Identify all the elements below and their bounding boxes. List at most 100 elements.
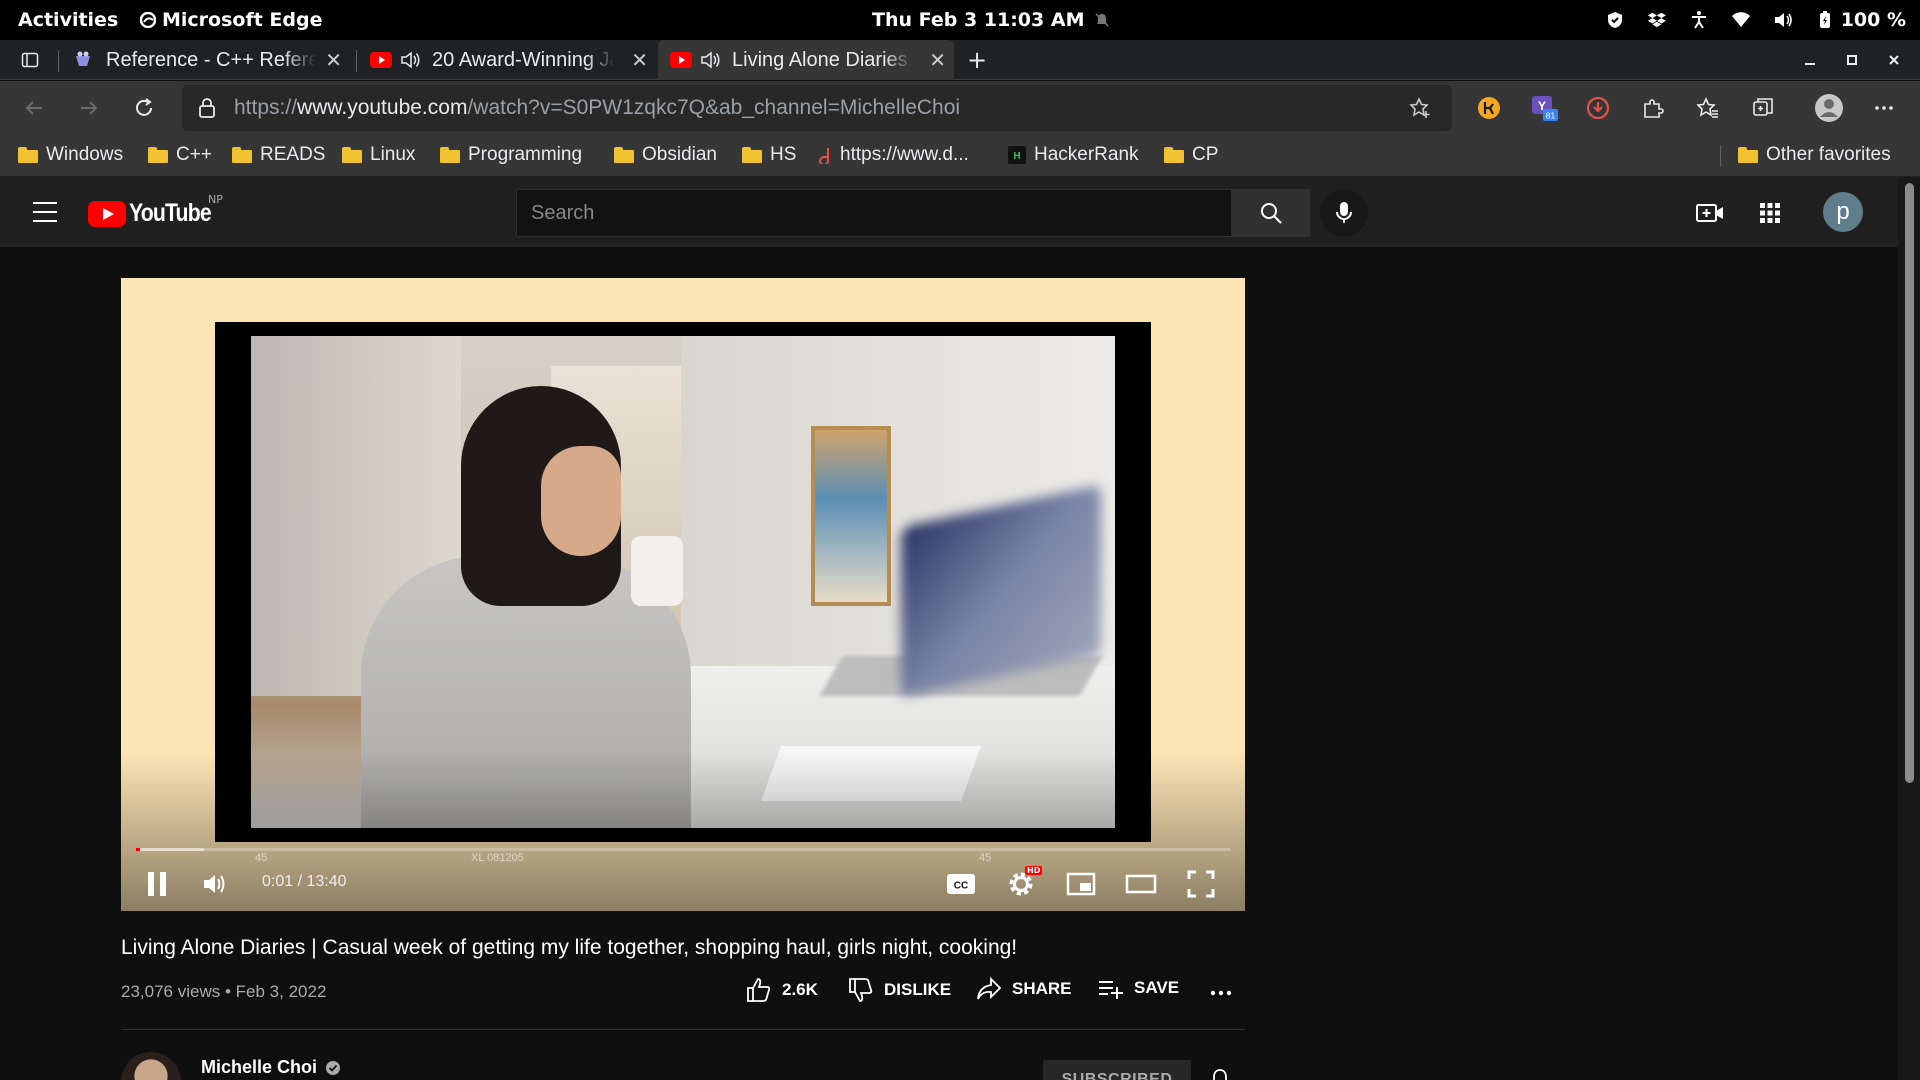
- playlist-add-icon: [1099, 981, 1123, 999]
- bookmark-cp[interactable]: CP: [1164, 144, 1218, 166]
- app-menu[interactable]: Microsoft Edge: [140, 9, 323, 31]
- video-camera-add-icon: [1696, 204, 1723, 222]
- like-button[interactable]: 2.6K: [746, 977, 818, 1003]
- fullscreen-icon: [1187, 870, 1215, 898]
- profile-button[interactable]: [1813, 92, 1845, 124]
- fullscreen-button[interactable]: [1183, 866, 1219, 902]
- activities-button[interactable]: Activities: [18, 9, 118, 31]
- minimize-button[interactable]: [1798, 48, 1822, 72]
- youtube-logo[interactable]: YouTube NP: [88, 193, 225, 228]
- account-avatar[interactable]: p: [1823, 192, 1863, 232]
- upload-date: Feb 3, 2022: [235, 982, 327, 1001]
- favorites-icon: [1696, 97, 1718, 118]
- tab-award-winning[interactable]: 20 Award-Winning Japanese ✕: [358, 40, 656, 80]
- system-tray[interactable]: 100 %: [1605, 9, 1906, 31]
- collections-button[interactable]: [1749, 94, 1777, 122]
- bookmark-site[interactable]: https://www.d...: [818, 144, 969, 166]
- notification-bell-icon[interactable]: [1208, 1067, 1232, 1080]
- captions-button[interactable]: CC: [943, 866, 979, 902]
- bookmark-hackerrank[interactable]: H HackerRank: [1008, 144, 1139, 166]
- channel-avatar[interactable]: [121, 1052, 181, 1080]
- vpn-shield-icon: [1607, 12, 1622, 28]
- youtube-icon: [370, 52, 392, 68]
- other-favorites[interactable]: Other favorites: [1738, 144, 1891, 166]
- share-label: SHARE: [1012, 979, 1072, 998]
- tab-title: Living Alone Diaries | Casual: [732, 48, 912, 71]
- dislike-button[interactable]: DISLIKE: [848, 977, 951, 1003]
- extensions-button[interactable]: [1639, 94, 1667, 122]
- address-bar[interactable]: https://www.youtube.com/watch?v=S0PW1zqk…: [182, 85, 1452, 131]
- bookmark-cpp[interactable]: C++: [148, 144, 212, 166]
- audio-playing-icon[interactable]: [400, 50, 422, 70]
- pause-button[interactable]: [139, 866, 175, 902]
- folder-icon: [18, 147, 38, 163]
- mute-button[interactable]: [197, 866, 233, 902]
- video-player[interactable]: 45 XL 081205 45 0:01 / 13:40 CC HD: [121, 278, 1245, 911]
- settings-more-button[interactable]: [1870, 94, 1898, 122]
- bookmark-label: Obsidian: [642, 144, 717, 165]
- save-button[interactable]: SAVE: [1098, 977, 1179, 999]
- tab-cpp-reference[interactable]: Reference - C++ Reference ✕: [60, 40, 350, 80]
- bookmark-programming[interactable]: Programming: [440, 144, 582, 166]
- volume-icon: [1774, 13, 1792, 27]
- tab-living-alone-active[interactable]: Living Alone Diaries | Casual ✕: [658, 40, 954, 80]
- channel-name: Michelle Choi: [201, 1057, 318, 1077]
- bookmark-linux[interactable]: Linux: [342, 144, 415, 166]
- theater-mode-button[interactable]: [1123, 866, 1159, 902]
- voice-search-button[interactable]: [1320, 189, 1368, 237]
- settings-button[interactable]: HD: [1003, 866, 1043, 902]
- add-favorite-icon[interactable]: [1408, 96, 1432, 120]
- favorites-button[interactable]: [1694, 94, 1722, 122]
- lock-icon[interactable]: [198, 98, 216, 118]
- folder-icon: [232, 147, 252, 163]
- like-count: 2.6K: [782, 980, 818, 999]
- close-window-button[interactable]: [1882, 48, 1906, 72]
- bookmark-obsidian[interactable]: Obsidian: [614, 144, 717, 166]
- bookmark-hs[interactable]: HS: [742, 144, 796, 166]
- folder-icon: [614, 147, 634, 163]
- close-tab-icon[interactable]: ✕: [325, 48, 342, 73]
- more-horizontal-icon: [1875, 106, 1893, 110]
- channel-name-link[interactable]: Michelle Choi: [201, 1057, 341, 1078]
- tab-title: 20 Award-Winning Japanese: [432, 48, 614, 71]
- closed-captions-icon: CC: [947, 874, 975, 894]
- close-icon: [1889, 55, 1899, 65]
- progress-bar[interactable]: [136, 848, 1230, 851]
- system-top-bar: Activities Microsoft Edge Thu Feb 3 11:0…: [0, 0, 1920, 40]
- search-button[interactable]: [1232, 189, 1310, 237]
- close-tab-icon[interactable]: ✕: [929, 48, 946, 73]
- address-toolbar: https://www.youtube.com/watch?v=S0PW1zqk…: [0, 81, 1920, 135]
- collections-icon: [1753, 98, 1773, 116]
- audio-playing-icon[interactable]: [700, 50, 722, 70]
- search-input[interactable]: [517, 190, 1231, 236]
- guide-menu-icon[interactable]: [33, 202, 57, 222]
- apps-button[interactable]: [1756, 199, 1784, 227]
- bookmark-windows[interactable]: Windows: [18, 144, 123, 166]
- honey-extension-icon: [1478, 97, 1500, 119]
- new-tab-button[interactable]: +: [965, 46, 989, 74]
- tab-actions-button[interactable]: [18, 48, 42, 72]
- progress-played: [136, 848, 141, 851]
- maximize-icon: [1847, 55, 1857, 65]
- page-scrollbar[interactable]: [1898, 177, 1920, 1080]
- scrollbar-thumb[interactable]: [1905, 183, 1914, 783]
- bookmark-reads[interactable]: READS: [232, 144, 325, 166]
- back-button[interactable]: [20, 94, 48, 122]
- extension-downloader[interactable]: [1584, 94, 1612, 122]
- youtube-header: YouTube NP p: [0, 177, 1898, 247]
- clock[interactable]: Thu Feb 3 11:03 AM: [872, 9, 1110, 31]
- close-tab-icon[interactable]: ✕: [631, 48, 648, 73]
- microphone-icon: [1336, 202, 1352, 223]
- refresh-button[interactable]: [130, 94, 158, 122]
- forward-button[interactable]: [75, 94, 103, 122]
- subscribe-button[interactable]: SUBSCRIBED: [1043, 1060, 1191, 1080]
- create-button[interactable]: [1696, 199, 1724, 227]
- share-button[interactable]: SHARE: [976, 977, 1072, 1001]
- url-scheme: https://: [234, 96, 298, 119]
- miniplayer-button[interactable]: [1063, 866, 1099, 902]
- hd-badge: HD: [1025, 866, 1043, 875]
- maximize-button[interactable]: [1840, 48, 1864, 72]
- extension-honey[interactable]: [1475, 94, 1503, 122]
- more-actions-button[interactable]: [1210, 977, 1232, 1003]
- extension-yomu[interactable]: Y 81: [1530, 94, 1558, 122]
